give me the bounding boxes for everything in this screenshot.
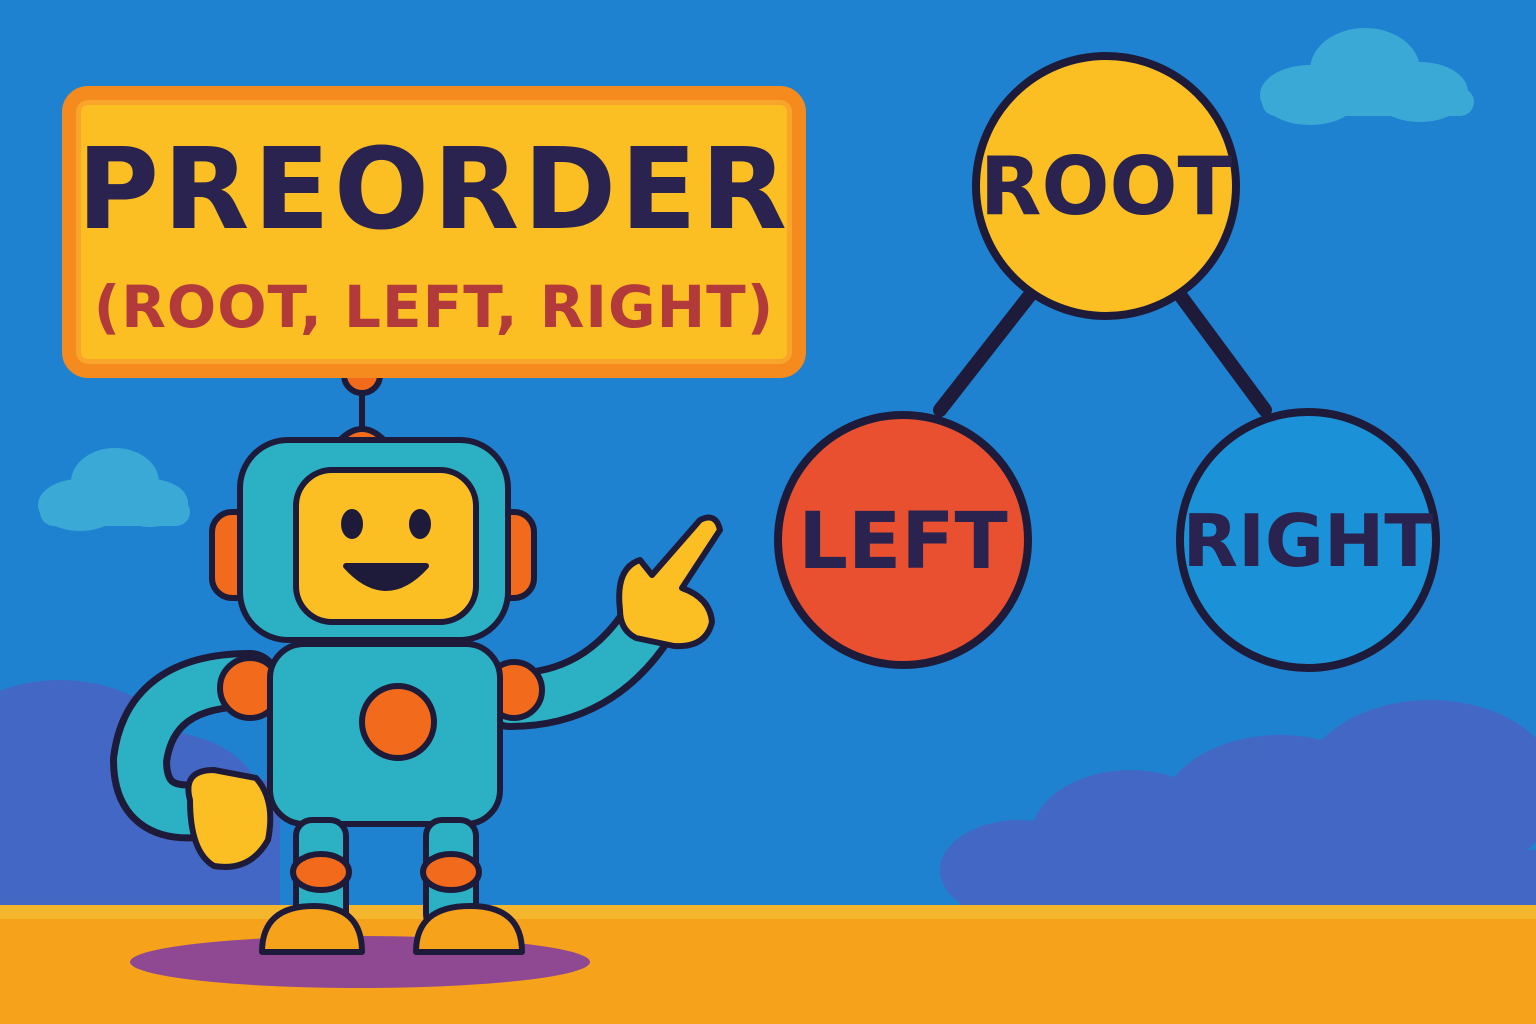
node-root: ROOT [972, 52, 1240, 320]
page-title: PREORDER [76, 125, 791, 255]
node-right-label: RIGHT [1183, 499, 1434, 583]
node-right: RIGHT [1176, 408, 1440, 672]
node-root-label: ROOT [980, 140, 1233, 233]
illustration-scene: ROOT LEFT RIGHT PREORDER (ROOT, LEFT, RI… [0, 0, 1536, 1024]
node-left: LEFT [774, 411, 1032, 669]
page-subtitle: (ROOT, LEFT, RIGHT) [93, 273, 775, 341]
node-left-label: LEFT [798, 497, 1007, 587]
title-banner: PREORDER (ROOT, LEFT, RIGHT) [62, 86, 806, 378]
